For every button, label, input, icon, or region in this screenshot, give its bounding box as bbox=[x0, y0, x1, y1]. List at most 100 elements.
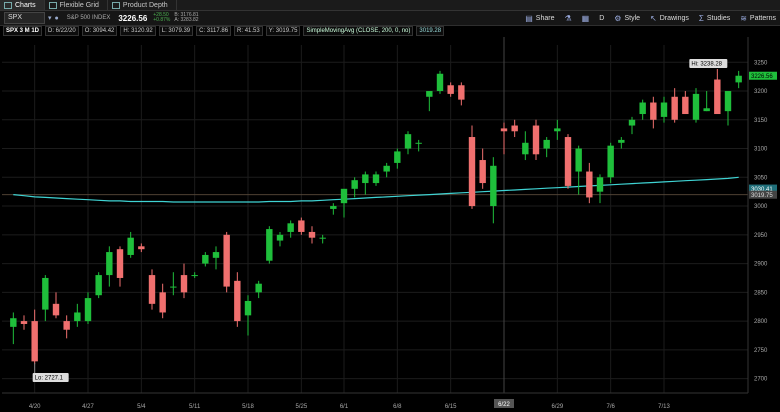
candle-body bbox=[52, 303, 60, 316]
crosshair-price-tag: 3019.75 bbox=[751, 193, 773, 199]
candle-body bbox=[95, 275, 102, 296]
sma-study-value: 3019.28 bbox=[416, 26, 445, 36]
drawings-label: Drawings bbox=[659, 14, 689, 22]
chart-title: SPX 3 M 1D bbox=[3, 26, 43, 36]
date-tick-label: 5/18 bbox=[242, 404, 254, 410]
patterns-label: Patterns bbox=[749, 14, 776, 22]
date-tick-label: 4/20 bbox=[29, 404, 41, 410]
price-tick-label: 3000 bbox=[754, 204, 768, 210]
calendar-button[interactable]: ▦ bbox=[582, 14, 590, 23]
calendar-icon: ▦ bbox=[581, 13, 590, 23]
symbol-dropdown-icon[interactable]: ▾ bbox=[48, 14, 52, 22]
candle-body bbox=[735, 75, 742, 83]
timeframe-label: D bbox=[599, 14, 605, 22]
studies-label: Studies bbox=[706, 14, 731, 22]
date-tick-label: 7/6 bbox=[606, 404, 615, 410]
candles-group bbox=[10, 68, 742, 365]
depth-icon bbox=[111, 1, 120, 9]
chart-grid bbox=[2, 37, 748, 393]
price-tick-label: 3050 bbox=[754, 175, 768, 181]
timeframe-button[interactable]: D bbox=[599, 15, 604, 22]
candle-body bbox=[682, 96, 689, 115]
last-price-tag: 3226.56 bbox=[751, 74, 773, 80]
last-price: 3226.56 bbox=[118, 13, 148, 23]
toolbar-tools: ▤ Share ⚗ ▦ D ⚙ Style ↖ Drawings Σ Studies ≋… bbox=[525, 11, 776, 25]
date-tick-label: 4/27 bbox=[82, 404, 94, 410]
price-tick-label: 2900 bbox=[754, 262, 768, 268]
link-icon[interactable]: ● bbox=[55, 15, 59, 22]
candle-body bbox=[703, 108, 710, 112]
price-tick-label: 2850 bbox=[754, 290, 768, 296]
date-tick-label: 7/13 bbox=[658, 404, 670, 410]
price-tick-label: 3100 bbox=[754, 147, 768, 153]
candle-body bbox=[500, 128, 508, 132]
candle-body bbox=[74, 312, 81, 322]
change-percent: +0.87% bbox=[153, 17, 171, 23]
price-tick-label: 2750 bbox=[754, 348, 768, 354]
grid-icon bbox=[48, 1, 57, 9]
candle-body bbox=[148, 275, 156, 304]
candle-body bbox=[372, 174, 380, 184]
patterns-button[interactable]: ≋ Patterns bbox=[740, 14, 776, 23]
candle-body bbox=[287, 223, 294, 232]
candle-body bbox=[618, 139, 625, 143]
studies-button[interactable]: Σ Studies bbox=[699, 14, 730, 23]
candle-body bbox=[511, 125, 518, 132]
share-icon: ▤ bbox=[525, 13, 533, 23]
candle-body bbox=[404, 134, 412, 149]
flask-button[interactable]: ⚗ bbox=[564, 14, 571, 23]
style-button[interactable]: ⚙ Style bbox=[614, 14, 640, 23]
candle-body bbox=[298, 220, 305, 232]
info-high: H: 3120.92 bbox=[120, 26, 156, 36]
price-chart[interactable]: 2700 2750 2800 2850 2900 2950 3000 3050 3100 3150… bbox=[0, 37, 780, 412]
tab-product-depth[interactable]: Product Depth bbox=[108, 0, 177, 10]
date-tick-label: 5/25 bbox=[295, 404, 307, 410]
ask-value: A: 3283.82 bbox=[174, 17, 199, 23]
symbol-input[interactable]: SPX bbox=[4, 12, 45, 24]
chart-icon bbox=[4, 1, 12, 9]
candle-body bbox=[138, 246, 145, 250]
drawings-button[interactable]: ↖ Drawings bbox=[650, 14, 689, 23]
candle-body bbox=[340, 188, 348, 204]
sma-study-label[interactable]: SimpleMovingAvg (CLOSE, 200, 0, no) bbox=[303, 26, 414, 36]
studies-icon: Σ bbox=[698, 13, 704, 23]
candle-body bbox=[458, 85, 465, 100]
candle-body bbox=[532, 125, 540, 155]
candle-body bbox=[554, 128, 561, 132]
candle-body bbox=[447, 85, 454, 94]
info-low: L: 3079.39 bbox=[158, 26, 194, 36]
candle-body bbox=[106, 252, 113, 276]
info-open: O: 3094.42 bbox=[81, 26, 118, 36]
chart-toolbar: SPX ▾ ● S&P 500 INDEX 3226.56 +28.50 +0.… bbox=[0, 11, 780, 26]
candle-body bbox=[116, 249, 124, 278]
index-name: S&P 500 INDEX bbox=[66, 15, 111, 21]
tab-charts[interactable]: Charts bbox=[0, 0, 45, 10]
candle-body bbox=[660, 102, 668, 117]
tab-flexible-grid[interactable]: Flexible Grid bbox=[45, 0, 108, 10]
candle-body bbox=[596, 177, 604, 192]
gear-icon: ⚙ bbox=[614, 13, 622, 23]
candle-body bbox=[266, 229, 273, 261]
candle-body bbox=[436, 73, 444, 92]
lo-label: Lo: 2727.1 bbox=[35, 376, 64, 382]
date-tick-label: 6/29 bbox=[551, 404, 563, 410]
candle-body bbox=[543, 139, 550, 149]
candle-body bbox=[724, 91, 732, 112]
candle-body bbox=[522, 142, 529, 155]
candle-body bbox=[692, 93, 700, 120]
candle-body bbox=[212, 252, 220, 258]
tab-flexible-grid-label: Flexible Grid bbox=[59, 1, 99, 9]
price-tick-label: 2800 bbox=[754, 319, 768, 325]
candle-body bbox=[234, 280, 241, 322]
candle-body bbox=[586, 171, 593, 198]
info-range: R: 41.53 bbox=[234, 26, 263, 36]
info-close: C: 3117.86 bbox=[196, 26, 232, 36]
candle-body bbox=[564, 137, 572, 186]
candle-body bbox=[276, 234, 284, 241]
candle-body bbox=[202, 254, 209, 264]
price-tick-label: 3200 bbox=[754, 89, 768, 95]
price-tick-label: 2950 bbox=[754, 233, 768, 239]
share-button[interactable]: ▤ Share bbox=[525, 14, 554, 23]
candle-body bbox=[671, 96, 678, 120]
tab-bar: Charts Flexible Grid Product Depth bbox=[0, 0, 780, 11]
